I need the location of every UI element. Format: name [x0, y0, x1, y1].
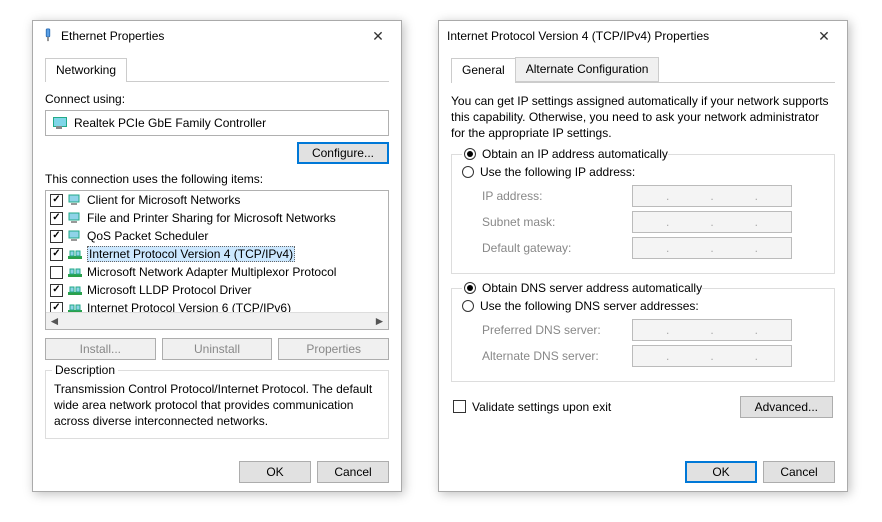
- field-dns-pref: Preferred DNS server: ...: [482, 319, 824, 341]
- checkbox-icon[interactable]: [50, 230, 63, 243]
- protocol-icon: [67, 246, 83, 262]
- scroll-right-arrow-icon[interactable]: ►: [371, 313, 388, 329]
- adapter-icon: [52, 116, 68, 130]
- advanced-button[interactable]: Advanced...: [740, 396, 833, 418]
- connect-using-label: Connect using:: [45, 92, 389, 106]
- dns-alt-input[interactable]: ...: [632, 345, 792, 367]
- radio-ip-manual-label: Use the following IP address:: [480, 165, 635, 179]
- list-item[interactable]: Internet Protocol Version 6 (TCP/IPv6): [46, 299, 388, 312]
- tab-general[interactable]: General: [451, 58, 516, 83]
- close-button[interactable]: ✕: [363, 21, 393, 51]
- dns-group: Obtain DNS server address automatically …: [451, 288, 835, 382]
- window-title: Ethernet Properties: [61, 29, 164, 43]
- radio-dns-auto-label: Obtain DNS server address automatically: [482, 281, 702, 295]
- component-list: Client for Microsoft Networks File and Pr…: [45, 190, 389, 330]
- radio-icon: [464, 282, 476, 294]
- list-item[interactable]: File and Printer Sharing for Microsoft N…: [46, 209, 388, 227]
- protocol-icon: [67, 282, 83, 298]
- dns-pref-input[interactable]: ...: [632, 319, 792, 341]
- gateway-input[interactable]: ...: [632, 237, 792, 259]
- validate-label: Validate settings upon exit: [472, 400, 611, 414]
- properties-button[interactable]: Properties: [278, 338, 389, 360]
- dns-alt-label: Alternate DNS server:: [482, 349, 632, 363]
- list-item-label: Microsoft Network Adapter Multiplexor Pr…: [87, 265, 336, 279]
- radio-icon: [462, 166, 474, 178]
- ip-address-input[interactable]: ...: [632, 185, 792, 207]
- checkbox-icon[interactable]: [50, 248, 63, 261]
- ethernet-properties-dialog: Ethernet Properties ✕ Networking Connect…: [32, 20, 402, 492]
- client-icon: [67, 192, 83, 208]
- list-item-label: File and Printer Sharing for Microsoft N…: [87, 211, 336, 225]
- titlebar: Ethernet Properties ✕: [33, 21, 401, 51]
- gateway-label: Default gateway:: [482, 241, 632, 255]
- checkbox-icon[interactable]: [50, 212, 63, 225]
- field-gateway: Default gateway: ...: [482, 237, 824, 259]
- client-icon: [67, 228, 83, 244]
- radio-dns-manual[interactable]: Use the following DNS server addresses:: [462, 297, 824, 315]
- ok-button[interactable]: OK: [239, 461, 311, 483]
- ipv4-properties-dialog: Internet Protocol Version 4 (TCP/IPv4) P…: [438, 20, 848, 492]
- dns-pref-label: Preferred DNS server:: [482, 323, 632, 337]
- list-item[interactable]: Microsoft LLDP Protocol Driver: [46, 281, 388, 299]
- checkbox-icon[interactable]: [50, 194, 63, 207]
- uninstall-button[interactable]: Uninstall: [162, 338, 273, 360]
- ip-address-label: IP address:: [482, 189, 632, 203]
- radio-dns-manual-label: Use the following DNS server addresses:: [480, 299, 699, 313]
- checkbox-icon[interactable]: [50, 284, 63, 297]
- description-legend: Description: [52, 363, 118, 377]
- checkbox-icon: [453, 400, 466, 413]
- checkbox-icon[interactable]: [50, 302, 63, 313]
- cancel-button[interactable]: Cancel: [763, 461, 835, 483]
- adapter-field[interactable]: Realtek PCIe GbE Family Controller: [45, 110, 389, 136]
- cancel-button[interactable]: Cancel: [317, 461, 389, 483]
- list-item-label: Internet Protocol Version 6 (TCP/IPv6): [87, 301, 291, 312]
- list-item[interactable]: Client for Microsoft Networks: [46, 191, 388, 209]
- window-title: Internet Protocol Version 4 (TCP/IPv4) P…: [447, 29, 709, 43]
- list-item-label: Microsoft LLDP Protocol Driver: [87, 283, 252, 297]
- scroll-left-arrow-icon[interactable]: ◄: [46, 313, 63, 329]
- checkbox-icon[interactable]: [50, 266, 63, 279]
- subnet-label: Subnet mask:: [482, 215, 632, 229]
- list-item-label: Client for Microsoft Networks: [87, 193, 240, 207]
- field-ip-address: IP address: ...: [482, 185, 824, 207]
- tab-networking[interactable]: Networking: [45, 58, 127, 82]
- radio-ip-auto-label: Obtain an IP address automatically: [482, 147, 668, 161]
- description-group: Description Transmission Control Protoco…: [45, 370, 389, 439]
- configure-button[interactable]: Configure...: [297, 142, 389, 164]
- validate-checkbox[interactable]: Validate settings upon exit: [453, 400, 611, 414]
- radio-icon: [462, 300, 474, 312]
- network-adapter-app-icon: [41, 28, 55, 45]
- close-button[interactable]: ✕: [809, 21, 839, 51]
- list-item[interactable]: Internet Protocol Version 4 (TCP/IPv4): [46, 245, 388, 263]
- items-label: This connection uses the following items…: [45, 172, 389, 186]
- radio-ip-manual[interactable]: Use the following IP address:: [462, 163, 824, 181]
- tab-strip: General Alternate Configuration: [451, 57, 835, 83]
- radio-icon: [464, 148, 476, 160]
- adapter-name: Realtek PCIe GbE Family Controller: [74, 116, 266, 130]
- info-text: You can get IP settings assigned automat…: [451, 93, 835, 142]
- list-item-label: Internet Protocol Version 4 (TCP/IPv4): [87, 246, 295, 262]
- ip-group: Obtain an IP address automatically Use t…: [451, 154, 835, 274]
- subnet-input[interactable]: ...: [632, 211, 792, 233]
- horizontal-scrollbar[interactable]: ◄ ►: [46, 312, 388, 329]
- titlebar: Internet Protocol Version 4 (TCP/IPv4) P…: [439, 21, 847, 51]
- list-item[interactable]: QoS Packet Scheduler: [46, 227, 388, 245]
- tab-strip: Networking: [45, 57, 389, 82]
- client-icon: [67, 210, 83, 226]
- list-item-label: QoS Packet Scheduler: [87, 229, 208, 243]
- install-button[interactable]: Install...: [45, 338, 156, 360]
- tab-alternate-configuration[interactable]: Alternate Configuration: [515, 57, 660, 82]
- field-dns-alt: Alternate DNS server: ...: [482, 345, 824, 367]
- field-subnet: Subnet mask: ...: [482, 211, 824, 233]
- protocol-icon: [67, 300, 83, 312]
- description-text: Transmission Control Protocol/Internet P…: [54, 381, 380, 430]
- radio-dns-auto[interactable]: Obtain DNS server address automatically: [462, 279, 702, 297]
- radio-ip-auto[interactable]: Obtain an IP address automatically: [462, 145, 668, 163]
- protocol-icon: [67, 264, 83, 280]
- list-item[interactable]: Microsoft Network Adapter Multiplexor Pr…: [46, 263, 388, 281]
- ok-button[interactable]: OK: [685, 461, 757, 483]
